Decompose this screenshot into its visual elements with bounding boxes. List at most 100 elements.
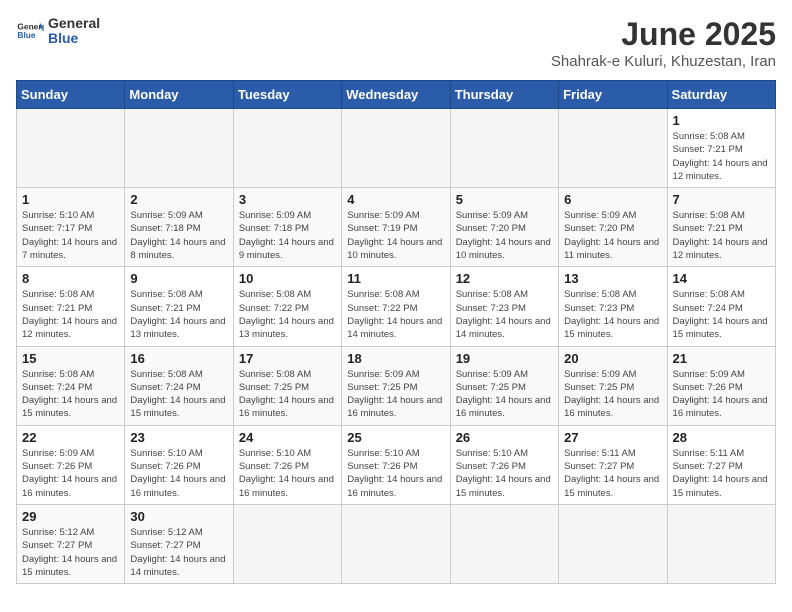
day-info: Sunrise: 5:10 AM Sunset: 7:26 PM Dayligh… bbox=[456, 448, 551, 499]
calendar-header-friday: Friday bbox=[559, 81, 667, 109]
day-info: Sunrise: 5:09 AM Sunset: 7:25 PM Dayligh… bbox=[564, 369, 659, 420]
calendar-cell: 13 Sunrise: 5:08 AM Sunset: 7:23 PM Dayl… bbox=[559, 267, 667, 346]
day-info: Sunrise: 5:09 AM Sunset: 7:25 PM Dayligh… bbox=[456, 369, 551, 420]
day-info: Sunrise: 5:08 AM Sunset: 7:24 PM Dayligh… bbox=[22, 369, 117, 420]
calendar-cell bbox=[233, 504, 341, 583]
day-info: Sunrise: 5:08 AM Sunset: 7:22 PM Dayligh… bbox=[347, 289, 442, 340]
day-info: Sunrise: 5:08 AM Sunset: 7:21 PM Dayligh… bbox=[673, 131, 768, 182]
calendar-week-row: 8 Sunrise: 5:08 AM Sunset: 7:21 PM Dayli… bbox=[17, 267, 776, 346]
day-info: Sunrise: 5:10 AM Sunset: 7:26 PM Dayligh… bbox=[347, 448, 442, 499]
calendar-cell: 24 Sunrise: 5:10 AM Sunset: 7:26 PM Dayl… bbox=[233, 425, 341, 504]
day-number: 1 bbox=[22, 192, 119, 207]
day-number: 13 bbox=[564, 271, 661, 286]
calendar-cell: 28 Sunrise: 5:11 AM Sunset: 7:27 PM Dayl… bbox=[667, 425, 775, 504]
calendar-cell: 12 Sunrise: 5:08 AM Sunset: 7:23 PM Dayl… bbox=[450, 267, 558, 346]
calendar-cell: 30 Sunrise: 5:12 AM Sunset: 7:27 PM Dayl… bbox=[125, 504, 233, 583]
day-info: Sunrise: 5:08 AM Sunset: 7:22 PM Dayligh… bbox=[239, 289, 334, 340]
day-info: Sunrise: 5:10 AM Sunset: 7:17 PM Dayligh… bbox=[22, 210, 117, 261]
calendar-cell: 23 Sunrise: 5:10 AM Sunset: 7:26 PM Dayl… bbox=[125, 425, 233, 504]
calendar-header-monday: Monday bbox=[125, 81, 233, 109]
day-number: 15 bbox=[22, 351, 119, 366]
calendar-header-row: SundayMondayTuesdayWednesdayThursdayFrid… bbox=[17, 81, 776, 109]
calendar-cell: 6 Sunrise: 5:09 AM Sunset: 7:20 PM Dayli… bbox=[559, 188, 667, 267]
day-info: Sunrise: 5:10 AM Sunset: 7:26 PM Dayligh… bbox=[130, 448, 225, 499]
day-info: Sunrise: 5:11 AM Sunset: 7:27 PM Dayligh… bbox=[673, 448, 768, 499]
day-number: 10 bbox=[239, 271, 336, 286]
day-info: Sunrise: 5:08 AM Sunset: 7:23 PM Dayligh… bbox=[456, 289, 551, 340]
day-number: 26 bbox=[456, 430, 553, 445]
logo-general-text: General bbox=[48, 16, 100, 31]
day-number: 16 bbox=[130, 351, 227, 366]
day-info: Sunrise: 5:08 AM Sunset: 7:25 PM Dayligh… bbox=[239, 369, 334, 420]
title-area: June 2025 Shahrak-e Kuluri, Khuzestan, I… bbox=[551, 16, 776, 70]
day-number: 27 bbox=[564, 430, 661, 445]
day-number: 5 bbox=[456, 192, 553, 207]
day-info: Sunrise: 5:08 AM Sunset: 7:24 PM Dayligh… bbox=[130, 369, 225, 420]
calendar-cell: 2 Sunrise: 5:09 AM Sunset: 7:18 PM Dayli… bbox=[125, 188, 233, 267]
logo: General Blue General Blue bbox=[16, 16, 100, 47]
day-info: Sunrise: 5:10 AM Sunset: 7:26 PM Dayligh… bbox=[239, 448, 334, 499]
day-number: 19 bbox=[456, 351, 553, 366]
day-number: 8 bbox=[22, 271, 119, 286]
calendar-cell: 9 Sunrise: 5:08 AM Sunset: 7:21 PM Dayli… bbox=[125, 267, 233, 346]
calendar-cell bbox=[450, 109, 558, 188]
calendar-cell bbox=[233, 109, 341, 188]
day-number: 4 bbox=[347, 192, 444, 207]
calendar-week-row: 22 Sunrise: 5:09 AM Sunset: 7:26 PM Dayl… bbox=[17, 425, 776, 504]
calendar-cell: 1 Sunrise: 5:10 AM Sunset: 7:17 PM Dayli… bbox=[17, 188, 125, 267]
day-number: 9 bbox=[130, 271, 227, 286]
calendar-cell: 27 Sunrise: 5:11 AM Sunset: 7:27 PM Dayl… bbox=[559, 425, 667, 504]
day-number: 30 bbox=[130, 509, 227, 524]
day-info: Sunrise: 5:09 AM Sunset: 7:18 PM Dayligh… bbox=[130, 210, 225, 261]
calendar-header-saturday: Saturday bbox=[667, 81, 775, 109]
calendar-cell: 14 Sunrise: 5:08 AM Sunset: 7:24 PM Dayl… bbox=[667, 267, 775, 346]
day-info: Sunrise: 5:11 AM Sunset: 7:27 PM Dayligh… bbox=[564, 448, 659, 499]
calendar-cell bbox=[667, 504, 775, 583]
day-number: 2 bbox=[130, 192, 227, 207]
calendar-header-tuesday: Tuesday bbox=[233, 81, 341, 109]
day-info: Sunrise: 5:09 AM Sunset: 7:18 PM Dayligh… bbox=[239, 210, 334, 261]
day-number: 14 bbox=[673, 271, 770, 286]
day-number: 7 bbox=[673, 192, 770, 207]
subtitle: Shahrak-e Kuluri, Khuzestan, Iran bbox=[551, 53, 776, 70]
calendar-cell: 11 Sunrise: 5:08 AM Sunset: 7:22 PM Dayl… bbox=[342, 267, 450, 346]
calendar-table: SundayMondayTuesdayWednesdayThursdayFrid… bbox=[16, 80, 776, 584]
calendar-cell bbox=[342, 109, 450, 188]
calendar-cell: 18 Sunrise: 5:09 AM Sunset: 7:25 PM Dayl… bbox=[342, 346, 450, 425]
day-info: Sunrise: 5:09 AM Sunset: 7:26 PM Dayligh… bbox=[22, 448, 117, 499]
day-number: 28 bbox=[673, 430, 770, 445]
day-info: Sunrise: 5:08 AM Sunset: 7:24 PM Dayligh… bbox=[673, 289, 768, 340]
calendar-cell bbox=[559, 109, 667, 188]
calendar-cell: 7 Sunrise: 5:08 AM Sunset: 7:21 PM Dayli… bbox=[667, 188, 775, 267]
calendar-cell: 10 Sunrise: 5:08 AM Sunset: 7:22 PM Dayl… bbox=[233, 267, 341, 346]
day-info: Sunrise: 5:12 AM Sunset: 7:27 PM Dayligh… bbox=[22, 527, 117, 578]
calendar-cell: 3 Sunrise: 5:09 AM Sunset: 7:18 PM Dayli… bbox=[233, 188, 341, 267]
calendar-cell bbox=[125, 109, 233, 188]
calendar-cell: 29 Sunrise: 5:12 AM Sunset: 7:27 PM Dayl… bbox=[17, 504, 125, 583]
calendar-cell bbox=[17, 109, 125, 188]
day-number: 25 bbox=[347, 430, 444, 445]
day-info: Sunrise: 5:08 AM Sunset: 7:23 PM Dayligh… bbox=[564, 289, 659, 340]
main-title: June 2025 bbox=[551, 16, 776, 53]
calendar-cell: 22 Sunrise: 5:09 AM Sunset: 7:26 PM Dayl… bbox=[17, 425, 125, 504]
calendar-header-thursday: Thursday bbox=[450, 81, 558, 109]
calendar-cell: 26 Sunrise: 5:10 AM Sunset: 7:26 PM Dayl… bbox=[450, 425, 558, 504]
day-info: Sunrise: 5:09 AM Sunset: 7:20 PM Dayligh… bbox=[456, 210, 551, 261]
day-number: 1 bbox=[673, 113, 770, 128]
calendar-cell: 20 Sunrise: 5:09 AM Sunset: 7:25 PM Dayl… bbox=[559, 346, 667, 425]
calendar-cell bbox=[450, 504, 558, 583]
day-number: 21 bbox=[673, 351, 770, 366]
calendar-cell: 4 Sunrise: 5:09 AM Sunset: 7:19 PM Dayli… bbox=[342, 188, 450, 267]
day-info: Sunrise: 5:09 AM Sunset: 7:20 PM Dayligh… bbox=[564, 210, 659, 261]
calendar-cell: 19 Sunrise: 5:09 AM Sunset: 7:25 PM Dayl… bbox=[450, 346, 558, 425]
day-number: 17 bbox=[239, 351, 336, 366]
calendar-header-wednesday: Wednesday bbox=[342, 81, 450, 109]
header: General Blue General Blue June 2025 Shah… bbox=[16, 16, 776, 70]
calendar-week-row: 1 Sunrise: 5:10 AM Sunset: 7:17 PM Dayli… bbox=[17, 188, 776, 267]
calendar-cell bbox=[342, 504, 450, 583]
calendar-week-row: 15 Sunrise: 5:08 AM Sunset: 7:24 PM Dayl… bbox=[17, 346, 776, 425]
calendar-cell: 17 Sunrise: 5:08 AM Sunset: 7:25 PM Dayl… bbox=[233, 346, 341, 425]
day-number: 6 bbox=[564, 192, 661, 207]
calendar-cell: 16 Sunrise: 5:08 AM Sunset: 7:24 PM Dayl… bbox=[125, 346, 233, 425]
day-number: 29 bbox=[22, 509, 119, 524]
